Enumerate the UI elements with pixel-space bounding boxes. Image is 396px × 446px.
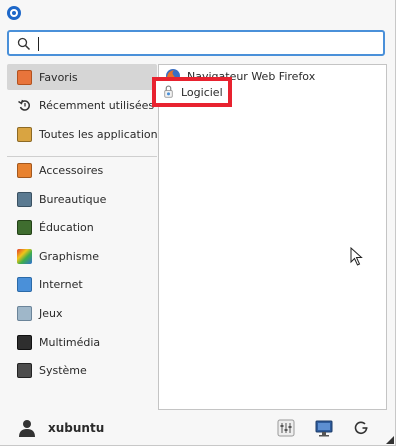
app-software[interactable]: Logiciel [164, 82, 228, 102]
software-icon [164, 85, 173, 98]
app-label: Logiciel [181, 85, 223, 99]
category-label: Internet [39, 277, 83, 291]
category-label: Éducation [39, 220, 94, 234]
category-all-apps[interactable]: Toutes les applications [7, 121, 163, 147]
lock-screen-icon[interactable] [314, 418, 334, 438]
search-field[interactable] [7, 30, 385, 56]
category-education[interactable]: Éducation [7, 214, 157, 240]
category-label: Accessoires [39, 163, 104, 177]
mouse-pointer-icon [350, 247, 363, 266]
recent-icon [18, 99, 30, 111]
games-icon [17, 305, 32, 321]
category-favorites[interactable]: Favoris [7, 64, 157, 90]
search-icon [17, 37, 31, 51]
menu-footer: xubuntu [0, 416, 396, 446]
username: xubuntu [48, 421, 105, 435]
category-graphics[interactable]: Graphisme [7, 243, 157, 269]
multimedia-icon [17, 334, 32, 350]
education-icon [17, 219, 32, 235]
category-label: Multimédia [39, 335, 101, 349]
settings-manager-icon[interactable] [276, 418, 296, 438]
system-icon [17, 362, 32, 378]
user-icon [19, 420, 35, 437]
log-out-icon[interactable] [352, 418, 372, 438]
category-system[interactable]: Système [7, 357, 157, 383]
accessories-icon [17, 162, 32, 178]
search-input[interactable] [41, 34, 371, 52]
text-cursor [38, 37, 39, 51]
office-icon [17, 191, 32, 207]
category-recent[interactable]: Récemment utilisées [7, 92, 157, 118]
category-label: Jeux [39, 306, 63, 320]
category-office[interactable]: Bureautique [7, 186, 157, 212]
favorites-icon [17, 69, 32, 85]
category-accessories[interactable]: Accessoires [7, 157, 157, 183]
category-label: Favoris [39, 70, 78, 84]
category-label: Graphisme [39, 249, 100, 263]
graphics-icon [17, 248, 32, 264]
category-sidebar: Favoris Récemment utilisées Toutes les a… [7, 64, 163, 404]
category-multimedia[interactable]: Multimédia [7, 329, 157, 355]
xfce-logo-icon [7, 6, 21, 20]
category-label: Récemment utilisées [39, 98, 155, 112]
category-games[interactable]: Jeux [7, 300, 157, 326]
application-list: Navigateur Web Firefox [158, 64, 387, 410]
internet-icon [17, 276, 32, 292]
category-label: Système [39, 363, 87, 377]
category-internet[interactable]: Internet [7, 271, 157, 297]
all-apps-icon [17, 126, 32, 142]
category-label: Toutes les applications [39, 127, 164, 141]
whisker-menu: Favoris Récemment utilisées Toutes les a… [0, 0, 396, 446]
resize-grip-icon[interactable] [386, 436, 394, 444]
category-label: Bureautique [39, 192, 107, 206]
menu-header [0, 0, 396, 26]
